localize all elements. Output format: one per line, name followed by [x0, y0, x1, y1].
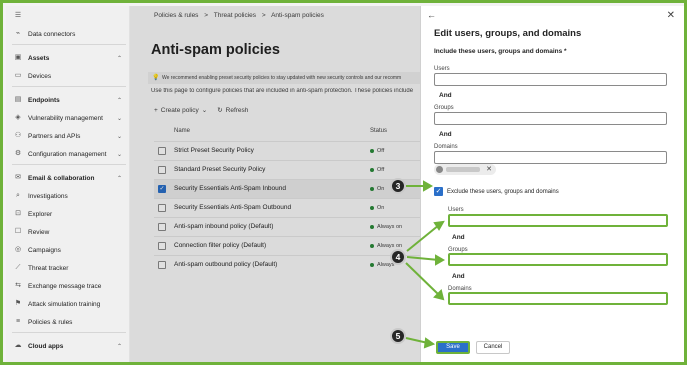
sidebar-item-email-collaboration[interactable]: ✉ Email & collaboration ⌃	[6, 170, 130, 186]
sidebar-item-label: Policies & rules	[28, 318, 73, 326]
exclude-checkbox-row[interactable]: ✓ Exclude these users, groups and domain…	[434, 187, 559, 196]
sidebar-item-explorer[interactable]: ⊡ Explorer	[6, 206, 130, 222]
sidebar-item-label: Threat tracker	[28, 264, 69, 272]
divider	[12, 86, 126, 87]
include-users-input[interactable]	[434, 73, 667, 86]
endpoint-icon: ▤	[14, 96, 22, 103]
sidebar: ☰ ⌁ Data connectors ▣ Assets ⌃ ▭ Devices…	[6, 6, 130, 362]
include-domains-input[interactable]	[434, 151, 667, 164]
divider	[12, 164, 126, 165]
include-users-label: Users	[434, 66, 450, 72]
sidebar-item-threat-tracker[interactable]: ⟋ Threat tracker	[6, 260, 130, 276]
sidebar-item-review[interactable]: ☐ Review	[6, 224, 130, 240]
campaign-icon: ◎	[14, 246, 22, 253]
and-label: And	[452, 273, 465, 280]
domain-chip[interactable]: ✕	[434, 164, 496, 175]
remove-chip-icon[interactable]: ✕	[486, 165, 492, 173]
include-groups-label: Groups	[434, 105, 454, 111]
sidebar-item-exchange-message-trace[interactable]: ⇆ Exchange message trace	[6, 278, 130, 294]
sidebar-item-label: Explorer	[28, 210, 53, 218]
api-icon: ⚇	[14, 132, 22, 139]
include-groups-input[interactable]	[434, 112, 667, 125]
sidebar-item-vulnerability-management[interactable]: ◈ Vulnerability management ⌄	[6, 110, 130, 126]
assets-icon: ▣	[14, 54, 22, 61]
sidebar-item-label: Exchange message trace	[28, 282, 102, 290]
and-label: And	[439, 131, 452, 138]
exclude-domains-input[interactable]	[448, 292, 668, 305]
back-arrow-icon[interactable]: ←	[427, 10, 436, 20]
chevron-down-icon: ⌄	[116, 151, 122, 158]
sidebar-item-label: Attack simulation training	[28, 300, 101, 308]
close-icon[interactable]: ✕	[667, 10, 675, 21]
sidebar-item-label: Configuration management	[28, 150, 107, 158]
device-icon: ▭	[14, 72, 22, 79]
hamburger-menu[interactable]: ☰	[6, 8, 130, 24]
exclude-users-label: Users	[448, 207, 464, 213]
exclude-checkbox-checked[interactable]: ✓	[434, 187, 443, 196]
sidebar-item-label: Devices	[28, 72, 52, 80]
chevron-up-icon: ⌃	[116, 97, 122, 104]
explorer-icon: ⊡	[15, 210, 21, 217]
cancel-button[interactable]: Cancel	[476, 341, 510, 354]
and-label: And	[452, 234, 465, 241]
review-icon: ☐	[14, 228, 22, 235]
chevron-up-icon: ⌃	[116, 343, 122, 350]
sidebar-item-label: Partners and APIs	[28, 132, 81, 140]
sidebar-item-assets[interactable]: ▣ Assets ⌃	[6, 50, 130, 66]
redacted-domain	[446, 167, 480, 172]
plug-icon: ⌁	[15, 30, 21, 37]
and-label: And	[439, 92, 452, 99]
flyout-title: Edit users, groups, and domains	[434, 28, 582, 39]
step-badge-4: 4	[390, 249, 406, 265]
sidebar-item-label: Cloud apps	[28, 342, 64, 350]
step-badge-3: 3	[390, 178, 406, 194]
sidebar-item-label: Campaigns	[28, 246, 61, 254]
include-section-label: Include these users, groups and domains …	[434, 48, 567, 55]
sidebar-item-label: Review	[28, 228, 50, 236]
include-domains-label: Domains	[434, 144, 458, 150]
modal-backdrop[interactable]	[130, 6, 420, 362]
sidebar-item-endpoints[interactable]: ▤ Endpoints ⌃	[6, 92, 130, 108]
chevron-up-icon: ⌃	[116, 55, 122, 62]
policy-icon: ≡	[15, 318, 21, 325]
exclude-checkbox-label[interactable]: Exclude these users, groups and domains	[447, 189, 559, 195]
shield-icon: ◈	[15, 114, 21, 121]
sidebar-item-partners-apis[interactable]: ⚇ Partners and APIs ⌄	[6, 128, 130, 144]
chevron-down-icon: ⌄	[116, 115, 122, 122]
sidebar-item-label: Data connectors	[28, 30, 76, 38]
edit-users-flyout: ← ✕ Edit users, groups, and domains Incl…	[420, 6, 684, 362]
chevron-down-icon: ⌄	[116, 133, 122, 140]
sidebar-item-investigations[interactable]: ⌕ Investigations	[6, 188, 130, 204]
tracker-icon: ⟋	[15, 264, 21, 271]
domain-avatar-icon	[436, 166, 443, 173]
sidebar-item-attack-simulation-training[interactable]: ⚑ Attack simulation training	[6, 296, 130, 312]
sidebar-item-label: Email & collaboration	[28, 174, 95, 182]
simulation-icon: ⚑	[14, 300, 22, 307]
save-button[interactable]: Save	[436, 341, 470, 354]
settings-icon: ⚙	[14, 150, 22, 157]
step-badge-5: 5	[390, 328, 406, 344]
sidebar-item-label: Assets	[28, 54, 50, 62]
sidebar-item-campaigns[interactable]: ◎ Campaigns	[6, 242, 130, 258]
screenshot-frame: ☰ ⌁ Data connectors ▣ Assets ⌃ ▭ Devices…	[0, 0, 687, 365]
chevron-up-icon: ⌃	[116, 175, 122, 182]
exclude-users-input[interactable]	[448, 214, 668, 227]
investigation-icon: ⌕	[16, 192, 20, 199]
sidebar-item-label: Vulnerability management	[28, 114, 103, 122]
divider	[12, 44, 126, 45]
sidebar-item-data-connectors[interactable]: ⌁ Data connectors	[6, 26, 130, 42]
sidebar-item-cloud-apps[interactable]: ☁ Cloud apps ⌃	[6, 338, 130, 354]
divider	[12, 332, 126, 333]
trace-icon: ⇆	[15, 282, 21, 289]
exclude-groups-input[interactable]	[448, 253, 668, 266]
cloud-icon: ☁	[14, 342, 22, 349]
sidebar-item-policies-rules[interactable]: ≡ Policies & rules	[6, 314, 130, 330]
mail-icon: ✉	[15, 174, 21, 181]
sidebar-item-label: Investigations	[28, 192, 68, 200]
sidebar-item-label: Endpoints	[28, 96, 60, 104]
sidebar-item-configuration-management[interactable]: ⚙ Configuration management ⌄	[6, 146, 130, 162]
sidebar-item-devices[interactable]: ▭ Devices	[6, 68, 130, 84]
hamburger-icon[interactable]: ☰	[14, 12, 22, 20]
